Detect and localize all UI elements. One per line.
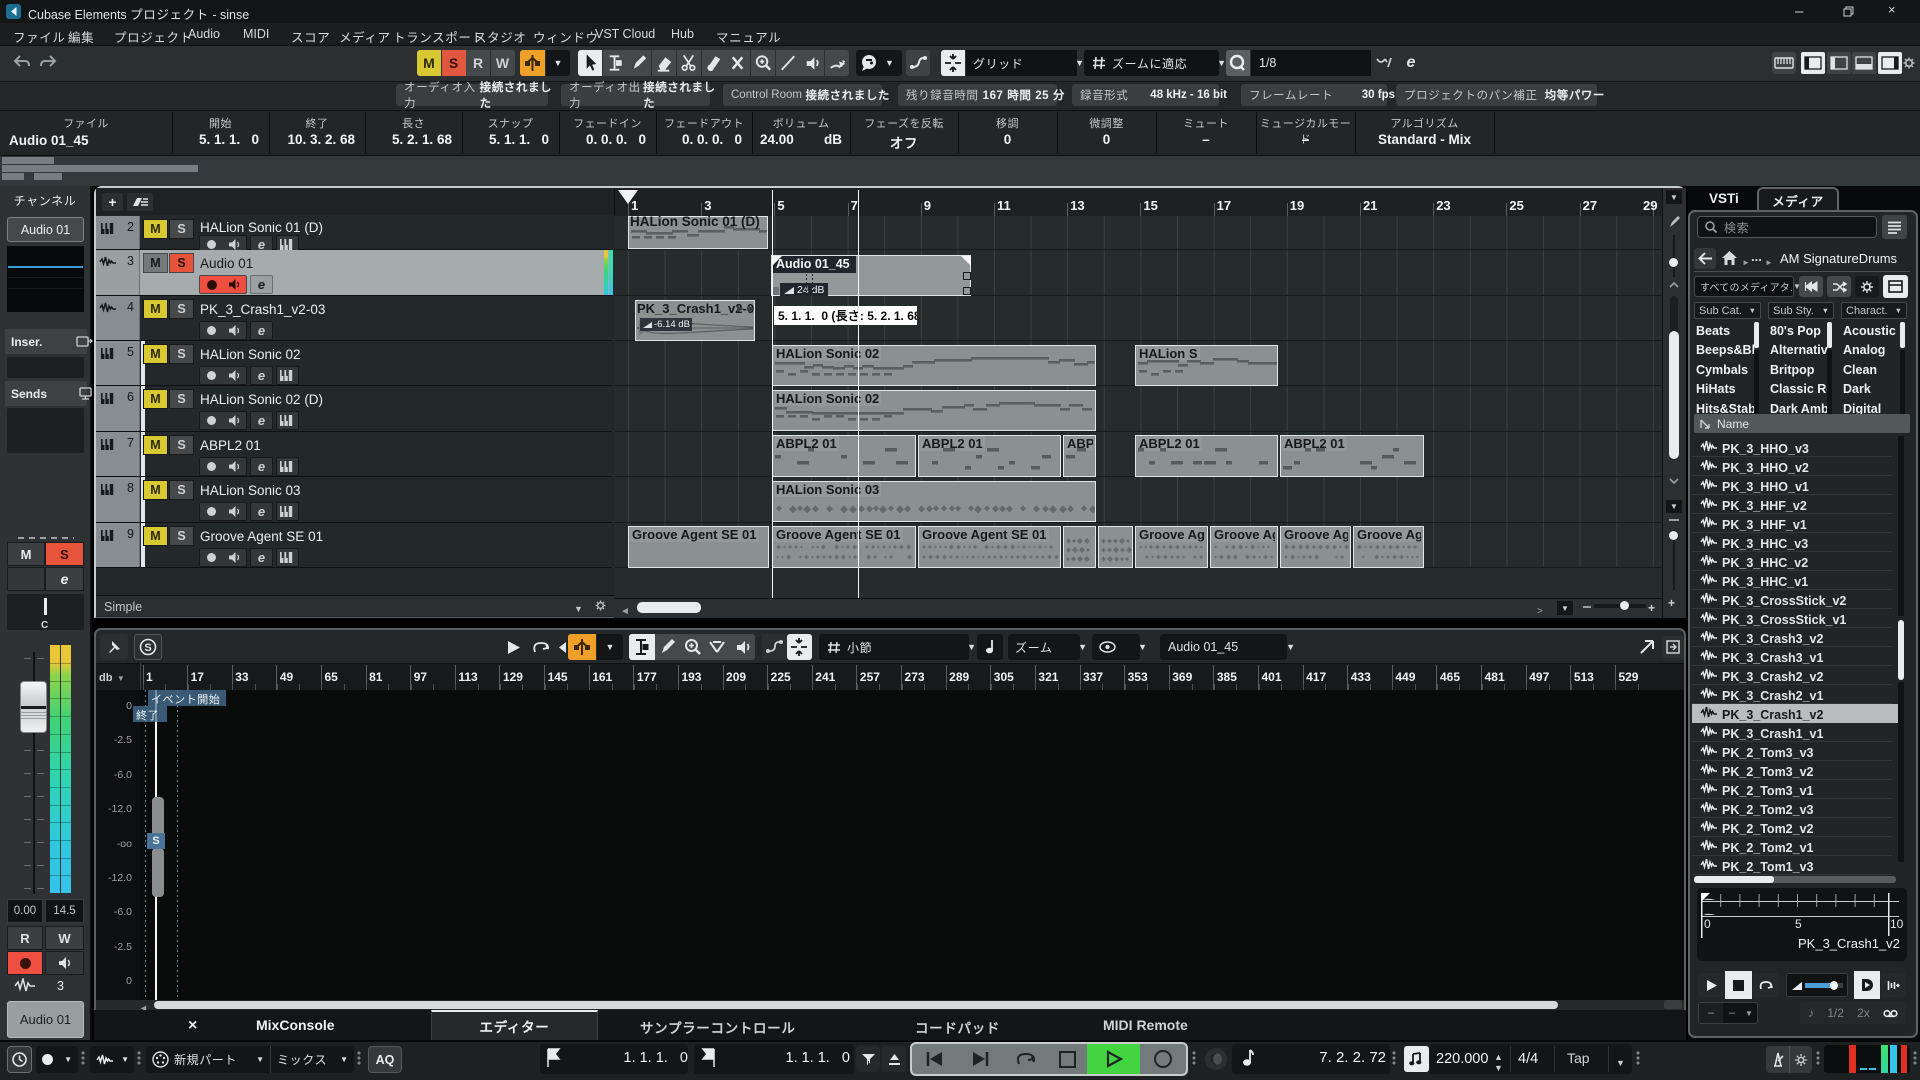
svg-text:S: S [144,642,151,654]
